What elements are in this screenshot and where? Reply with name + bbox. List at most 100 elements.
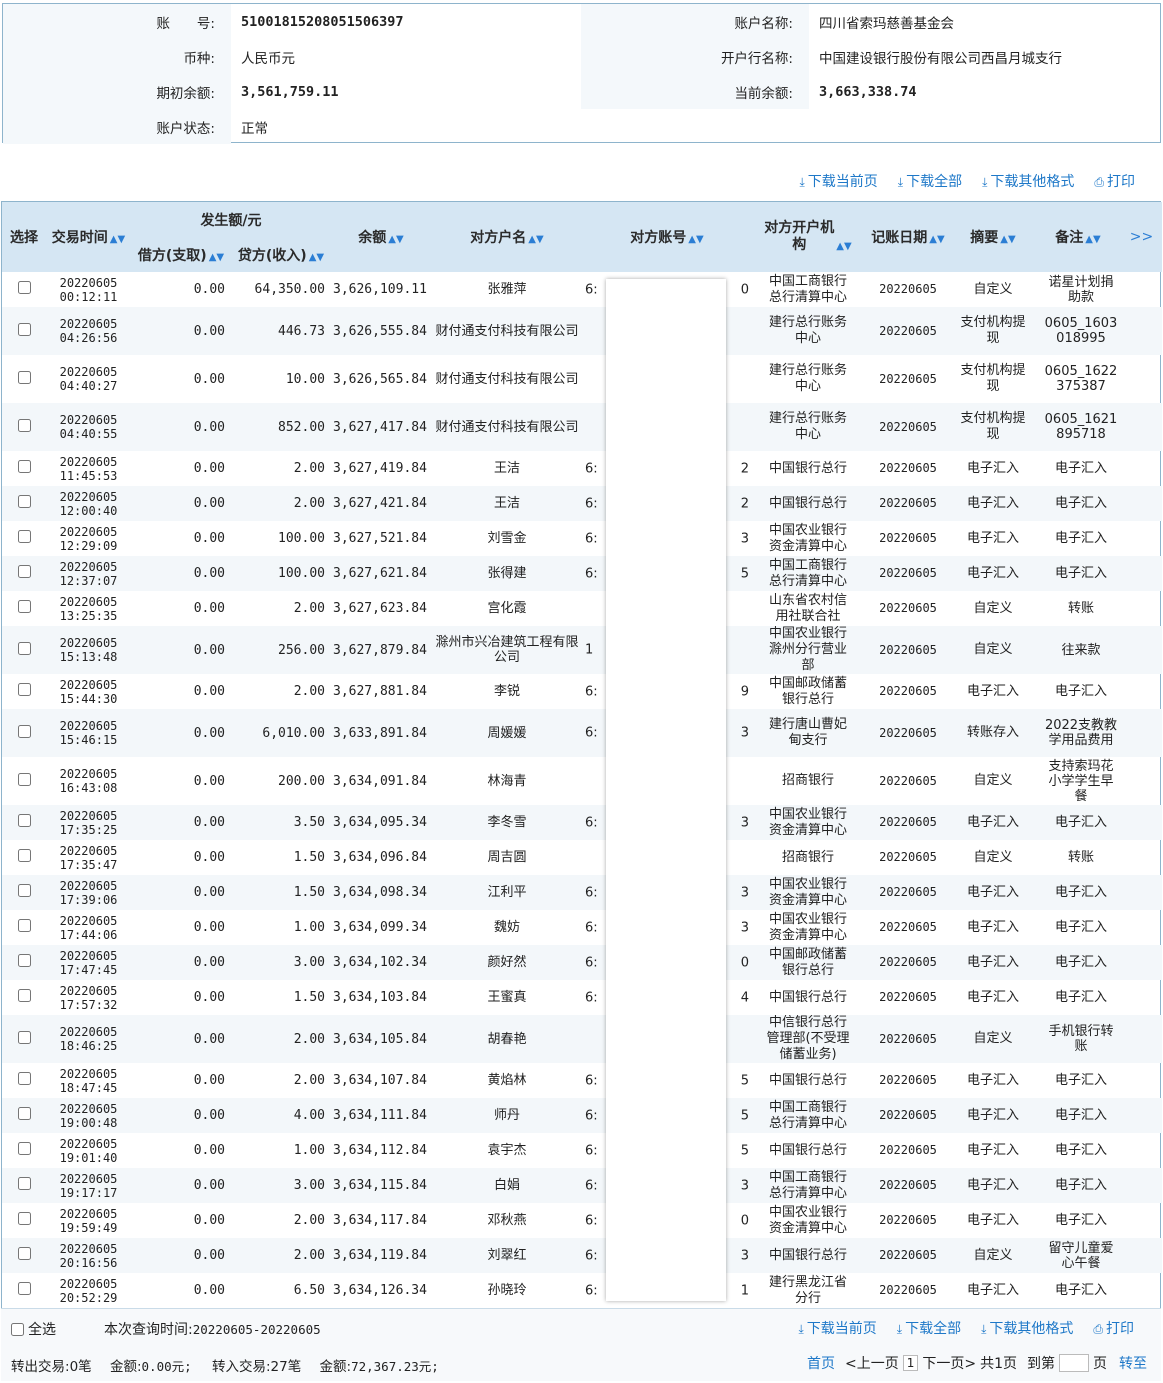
counterparty-name: 李冬雪 (431, 805, 583, 840)
row-checkbox[interactable] (17, 1212, 31, 1225)
row-checkbox[interactable] (17, 460, 31, 473)
summary: 电子汇入 (966, 460, 1019, 476)
prev-page-link[interactable]: <上一页 (845, 1353, 899, 1373)
col-remark[interactable]: 备注 ▲▼ (1035, 202, 1121, 272)
table-row[interactable]: 20220605 15:44:30 0.00 2.00 3,627,881.84 李锐 6:… (2, 674, 1162, 709)
row-checkbox[interactable] (17, 641, 31, 655)
row-checkbox[interactable] (17, 884, 31, 897)
sort-icon[interactable]: ▲▼ (1000, 234, 1015, 245)
table-row[interactable]: 20220605 17:57:32 0.00 1.50 3,634,103.84 王蜜真 6… (2, 980, 1162, 1015)
print-button[interactable]: ⎙ 打印 (1093, 1318, 1134, 1338)
current-balance-label: 当前余额: (581, 74, 809, 109)
counterparty-name: 宫化霞 (487, 601, 527, 616)
sort-icon[interactable]: ▲▼ (836, 241, 851, 252)
row-checkbox[interactable] (17, 322, 31, 336)
credit-amount: 1.50 (293, 850, 325, 865)
col-debit[interactable]: 借方(支取) ▲▼ (131, 238, 231, 272)
sort-icon[interactable]: ▲▼ (688, 234, 703, 245)
table-row[interactable]: 20220605 12:37:07 0.00 100.00 3,627,621.84 张得… (2, 556, 1162, 591)
col-counterparty-account[interactable]: 对方账号 ▲▼ (583, 202, 751, 272)
remark: 电子汇入 (1054, 531, 1107, 546)
row-checkbox[interactable] (17, 600, 31, 613)
row-checkbox[interactable] (17, 919, 31, 932)
row-checkbox[interactable] (17, 530, 31, 543)
row-checkbox[interactable] (17, 1177, 31, 1190)
download-page-button[interactable]: ⤓ 下载当前页 (798, 1318, 876, 1338)
row-checkbox[interactable] (17, 724, 31, 738)
row-checkbox[interactable] (17, 849, 31, 862)
goto-button[interactable]: 转至 (1119, 1353, 1147, 1373)
table-row[interactable]: 20220605 04:40:55 0.00 852.00 3,627,417.84 财付… (2, 403, 1162, 451)
table-row[interactable]: 20220605 12:29:09 0.00 100.00 3,627,521.84 刘雪… (2, 521, 1162, 556)
table-row[interactable]: 20220605 17:47:45 0.00 3.00 3,634,102.34 颜好然 6… (2, 945, 1162, 980)
remark: 诺星计划捐助款 (1048, 274, 1114, 305)
col-counterparty-name[interactable]: 对方户名 ▲▼ (431, 202, 583, 272)
row-checkbox[interactable] (17, 1107, 31, 1120)
col-credit[interactable]: 贷方(收入) ▲▼ (231, 238, 331, 272)
table-row[interactable]: 20220605 18:47:45 0.00 2.00 3,634,107.84 黄焰林 6… (2, 1063, 1162, 1098)
table-row[interactable]: 20220605 11:45:53 0.00 2.00 3,627,419.84 王洁 6:… (2, 451, 1162, 486)
table-row[interactable]: 20220605 17:35:47 0.00 1.50 3,634,096.84 周吉圆 招… (2, 840, 1162, 875)
table-row[interactable]: 20220605 17:35:25 0.00 3.50 3,634,095.34 李冬雪 6… (2, 805, 1162, 840)
row-checkbox[interactable] (17, 1282, 31, 1295)
col-post-date[interactable]: 记账日期 ▲▼ (865, 202, 951, 272)
table-row[interactable]: 20220605 12:00:40 0.00 2.00 3,627,421.84 王洁 6:… (2, 486, 1162, 521)
download-icon: ⤓ (897, 175, 904, 189)
table-row[interactable]: 20220605 04:40:27 0.00 10.00 3,626,565.84 财付通… (2, 355, 1162, 403)
print-button[interactable]: ⎙ 打印 (1094, 171, 1135, 191)
goto-page-input[interactable] (1059, 1354, 1089, 1372)
col-counterparty-bank[interactable]: 对方开户机构 ▲▼ (751, 202, 865, 272)
row-checkbox[interactable] (17, 565, 31, 578)
table-row[interactable]: 20220605 13:25:35 0.00 2.00 3,627,623.84 宫化霞 山… (2, 591, 1162, 626)
row-checkbox[interactable] (17, 1030, 31, 1044)
row-checkbox[interactable] (17, 1072, 31, 1085)
more-columns-icon[interactable]: >> (1121, 202, 1162, 272)
row-checkbox[interactable] (17, 814, 31, 827)
sort-icon[interactable]: ▲▼ (309, 252, 324, 263)
row-checkbox[interactable] (17, 954, 31, 967)
row-checkbox[interactable] (17, 1142, 31, 1155)
counterparty-name: 江利平 (431, 875, 583, 910)
row-checkbox[interactable] (17, 989, 31, 1002)
table-row[interactable]: 20220605 17:44:06 0.00 1.00 3,634,099.34 魏妨 6:… (2, 910, 1162, 945)
table-row[interactable]: 20220605 20:16:56 0.00 2.00 3,634,119.84 刘翠红 6… (2, 1238, 1162, 1273)
sort-icon[interactable]: ▲▼ (528, 234, 543, 245)
row-checkbox[interactable] (17, 281, 31, 294)
table-row[interactable]: 20220605 04:26:56 0.00 446.73 3,626,555.84 财付… (2, 307, 1162, 355)
download-other-format-button[interactable]: ⤓ 下载其他格式 (982, 171, 1074, 191)
download-other-format-button[interactable]: ⤓ 下载其他格式 (981, 1318, 1073, 1338)
table-row[interactable]: 20220605 15:46:15 0.00 6,010.00 3,633,891.84… (2, 709, 1162, 757)
download-all-button[interactable]: ⤓ 下载全部 (897, 1318, 961, 1338)
sort-icon[interactable]: ▲▼ (209, 252, 224, 263)
first-page-link[interactable]: 首页 (807, 1353, 835, 1373)
table-row[interactable]: 20220605 19:59:49 0.00 2.00 3,634,117.84 邓秋燕 6… (2, 1203, 1162, 1238)
sort-icon[interactable]: ▲▼ (388, 234, 403, 245)
download-all-button[interactable]: ⤓ 下载全部 (898, 171, 962, 191)
table-row[interactable]: 20220605 16:43:08 0.00 200.00 3,634,091.84 林海… (2, 757, 1162, 805)
row-checkbox[interactable] (17, 418, 31, 432)
row-checkbox[interactable] (17, 683, 31, 696)
table-row[interactable]: 20220605 17:39:06 0.00 1.50 3,634,098.34 江利平 6… (2, 875, 1162, 910)
table-row[interactable]: 20220605 15:13:48 0.00 256.00 3,627,879.84 滁州… (2, 626, 1162, 674)
col-summary[interactable]: 摘要 ▲▼ (951, 202, 1035, 272)
remark: 转账 (1067, 850, 1094, 865)
col-time[interactable]: 交易时间 ▲▼ (46, 202, 131, 272)
sort-icon[interactable]: ▲▼ (929, 234, 944, 245)
select-all-checkbox[interactable] (11, 1322, 24, 1336)
transaction-time: 20220605 17:35:25 (46, 805, 131, 840)
table-row[interactable]: 20220605 20:52:29 0.00 6.50 3,634,126.34 孙晓玲 6… (2, 1273, 1162, 1308)
download-page-button[interactable]: ⤓ 下载当前页 (799, 171, 877, 191)
table-row[interactable]: 20220605 19:01:40 0.00 1.00 3,634,112.84 袁宇杰 6… (2, 1133, 1162, 1168)
row-checkbox[interactable] (17, 772, 31, 786)
sort-icon[interactable]: ▲▼ (110, 234, 125, 245)
table-row[interactable]: 20220605 19:00:48 0.00 4.00 3,634,111.84 师丹 6:… (2, 1098, 1162, 1133)
next-page-link[interactable]: 下一页> (922, 1353, 976, 1373)
sort-icon[interactable]: ▲▼ (1085, 234, 1100, 245)
table-row[interactable]: 20220605 00:12:11 0.00 64,350.00 3,626,109.1… (2, 272, 1162, 307)
table-row[interactable]: 20220605 18:46:25 0.00 2.00 3,634,105.84 胡春艳 中… (2, 1015, 1162, 1063)
row-checkbox[interactable] (17, 1247, 31, 1260)
row-checkbox[interactable] (17, 370, 31, 384)
col-balance[interactable]: 余额 ▲▼ (331, 202, 431, 272)
row-checkbox[interactable] (17, 495, 31, 508)
table-row[interactable]: 20220605 19:17:17 0.00 3.00 3,634,115.84 白娟 6:… (2, 1168, 1162, 1203)
